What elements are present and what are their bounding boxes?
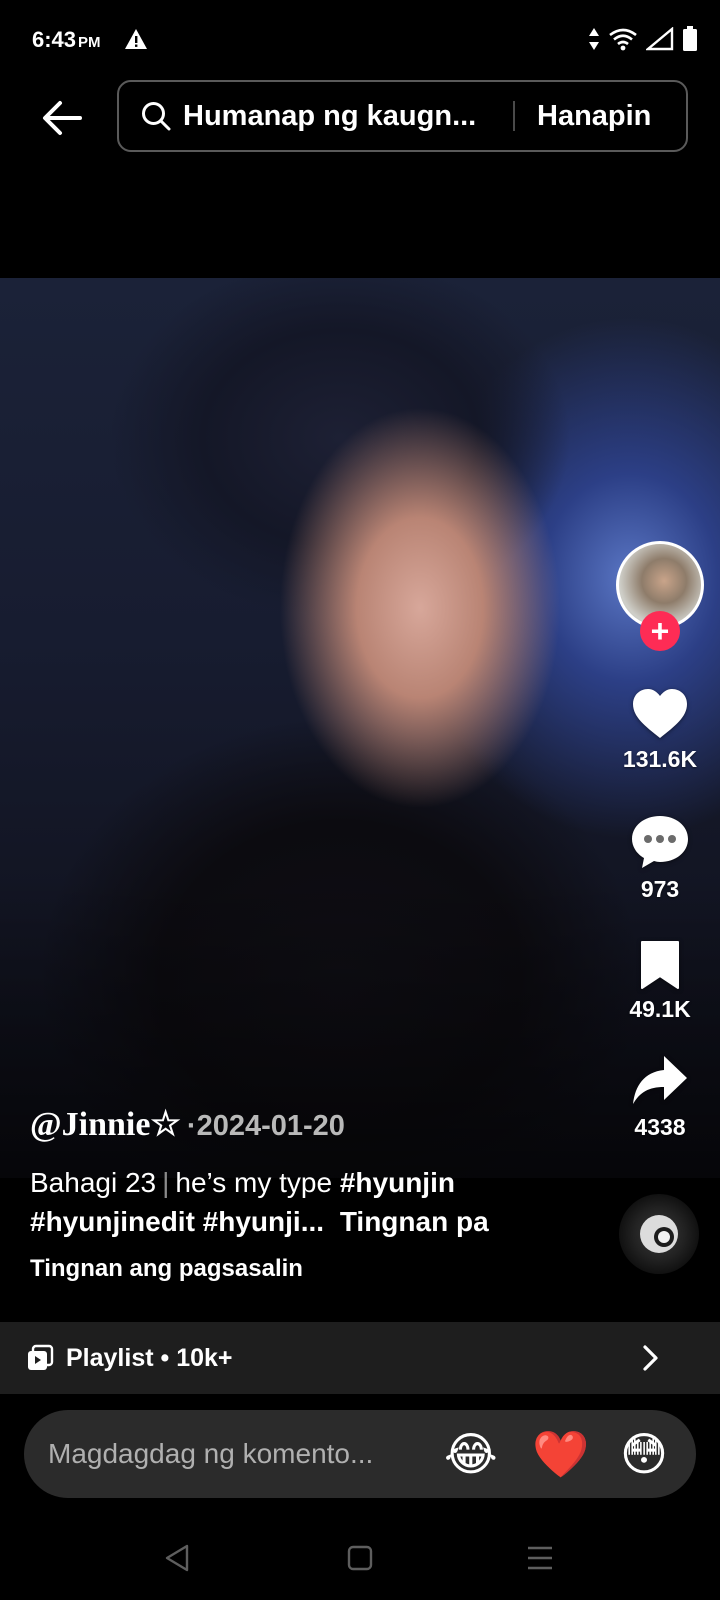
post-date: 2024-01-20 — [196, 1110, 345, 1142]
nav-home-button[interactable] — [340, 1538, 380, 1578]
comment-button[interactable]: 973 — [600, 814, 720, 903]
caption: Bahagi 23 | he’s my type #hyunjin #hyunjin… — [30, 1163, 590, 1241]
caption-part: Bahagi 23 — [30, 1167, 157, 1198]
hashtag[interactable]: #hyunji... — [203, 1206, 324, 1237]
comment-count: 973 — [640, 876, 680, 902]
back-button[interactable] — [36, 92, 88, 144]
caption-text: he’s my type — [175, 1167, 333, 1198]
home-icon — [347, 1545, 373, 1571]
like-count: 131.6K — [622, 746, 698, 772]
search-input[interactable] — [183, 99, 493, 133]
comment-bar: 😂 ❤️ 😳 — [24, 1410, 696, 1498]
share-button[interactable]: 4338 — [600, 1054, 720, 1141]
follow-button[interactable]: + — [640, 611, 680, 651]
comment-bubble-icon — [632, 816, 688, 868]
battery-icon — [683, 26, 697, 51]
playlist-bar[interactable]: Playlist • 10k+ — [0, 1322, 720, 1394]
search-box[interactable]: Hanapin — [117, 80, 688, 152]
save-button[interactable]: 49.1K — [600, 940, 720, 1023]
music-disc[interactable] — [619, 1194, 699, 1274]
warning-icon — [125, 29, 147, 49]
status-time: 6:43 PM — [32, 27, 101, 52]
recents-icon — [528, 1546, 552, 1570]
share-arrow-icon — [633, 1056, 687, 1104]
back-icon — [165, 1544, 189, 1572]
emoji-laughing[interactable]: 😂 — [444, 1428, 498, 1480]
like-button[interactable]: 131.6K — [600, 688, 720, 773]
plus-icon: + — [650, 613, 670, 649]
post-date-separator: · — [186, 1110, 197, 1142]
bookmark-icon — [641, 941, 679, 989]
comment-input[interactable] — [48, 1438, 418, 1470]
wifi-icon — [609, 28, 637, 51]
hashtag[interactable]: #hyunjin — [340, 1167, 455, 1198]
playlist-icon — [28, 1344, 54, 1370]
system-nav-bar — [0, 1510, 720, 1600]
save-count: 49.1K — [629, 996, 691, 1022]
heart-icon — [633, 689, 687, 738]
music-disc-icon — [640, 1215, 678, 1253]
search-submit-button[interactable]: Hanapin — [537, 100, 651, 133]
emoji-flushed[interactable]: 😳 — [620, 1428, 668, 1480]
search-divider — [513, 101, 515, 131]
playlist-label: Playlist • 10k+ — [66, 1343, 233, 1372]
chevron-right-icon — [643, 1345, 658, 1371]
hashtag[interactable]: #hyunjinedit — [30, 1206, 195, 1237]
arrow-left-icon — [43, 101, 82, 135]
status-bar: 6:43 PM — [0, 0, 720, 80]
author-line: @Jinnie☆ · 2024-01-20 — [30, 1104, 345, 1144]
search-icon — [142, 102, 171, 131]
caption-separator: | — [162, 1167, 170, 1198]
see-more-link[interactable]: Tingnan pa — [340, 1206, 489, 1237]
signal-icon — [646, 27, 674, 51]
data-arrows-icon — [589, 28, 599, 50]
emoji-heart[interactable]: ❤️ — [532, 1428, 589, 1480]
author-name[interactable]: @Jinnie☆ — [30, 1104, 181, 1144]
nav-back-button[interactable] — [157, 1538, 197, 1578]
share-count: 4338 — [634, 1114, 686, 1140]
nav-recents-button[interactable] — [520, 1538, 560, 1578]
translate-link[interactable]: Tingnan ang pagsasalin — [30, 1255, 303, 1283]
